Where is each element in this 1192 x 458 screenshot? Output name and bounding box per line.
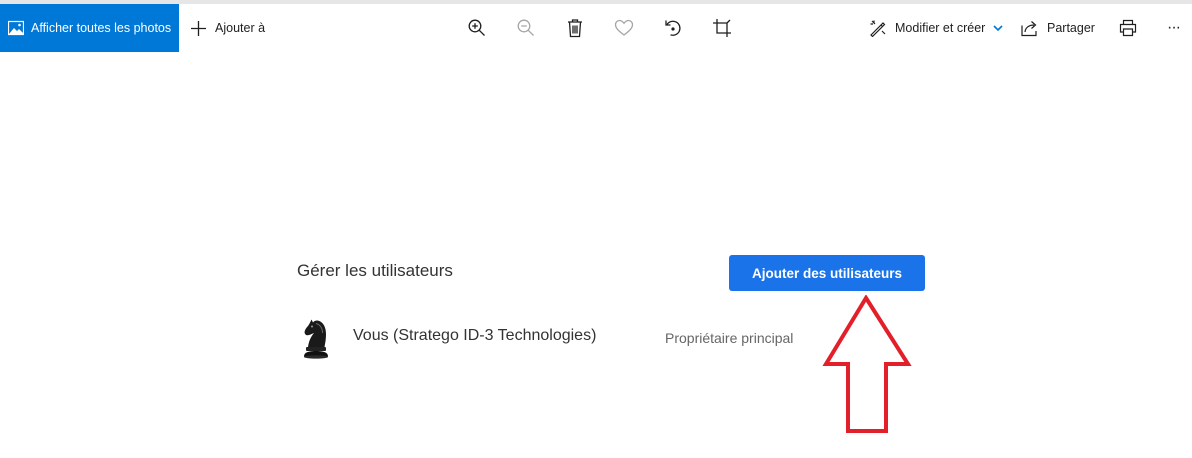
user-role: Propriétaire principal (665, 330, 794, 346)
toolbar: Afficher toutes les photos Ajouter à Mod… (0, 4, 1192, 52)
chevron-down-icon (993, 24, 1003, 32)
show-all-photos-label: Afficher toutes les photos (31, 21, 172, 35)
crop-icon[interactable] (710, 16, 734, 40)
add-users-button[interactable]: Ajouter des utilisateurs (729, 255, 925, 291)
more-icon[interactable]: ··· (1167, 4, 1181, 52)
page-title: Gérer les utilisateurs (297, 261, 453, 280)
avatar-chess-knight (304, 319, 328, 359)
add-to-label: Ajouter à (215, 21, 266, 35)
heart-icon[interactable] (612, 16, 636, 40)
photo-icon (8, 20, 24, 36)
share-label: Partager (1047, 21, 1095, 35)
add-to-button[interactable]: Ajouter à (190, 4, 265, 52)
manage-users-panel: Gérer les utilisateurs Ajouter des utili… (0, 52, 1192, 458)
annotation-arrow (822, 295, 912, 433)
rotate-icon[interactable] (661, 16, 685, 40)
user-name: Vous (Stratego ID-3 Technologies) (353, 327, 597, 344)
edit-create-button[interactable]: Modifier et créer (869, 4, 1003, 52)
edit-create-label: Modifier et créer (895, 21, 986, 35)
show-all-photos-button[interactable]: Afficher toutes les photos (0, 4, 179, 52)
edit-create-icon (869, 19, 887, 37)
share-icon (1021, 20, 1039, 37)
avatar (299, 316, 333, 360)
plus-icon (190, 20, 207, 37)
print-icon[interactable] (1116, 16, 1140, 40)
zoom-in-icon[interactable] (465, 16, 489, 40)
zoom-out-icon[interactable] (514, 16, 538, 40)
share-button[interactable]: Partager (1021, 4, 1095, 52)
trash-icon[interactable] (563, 16, 587, 40)
